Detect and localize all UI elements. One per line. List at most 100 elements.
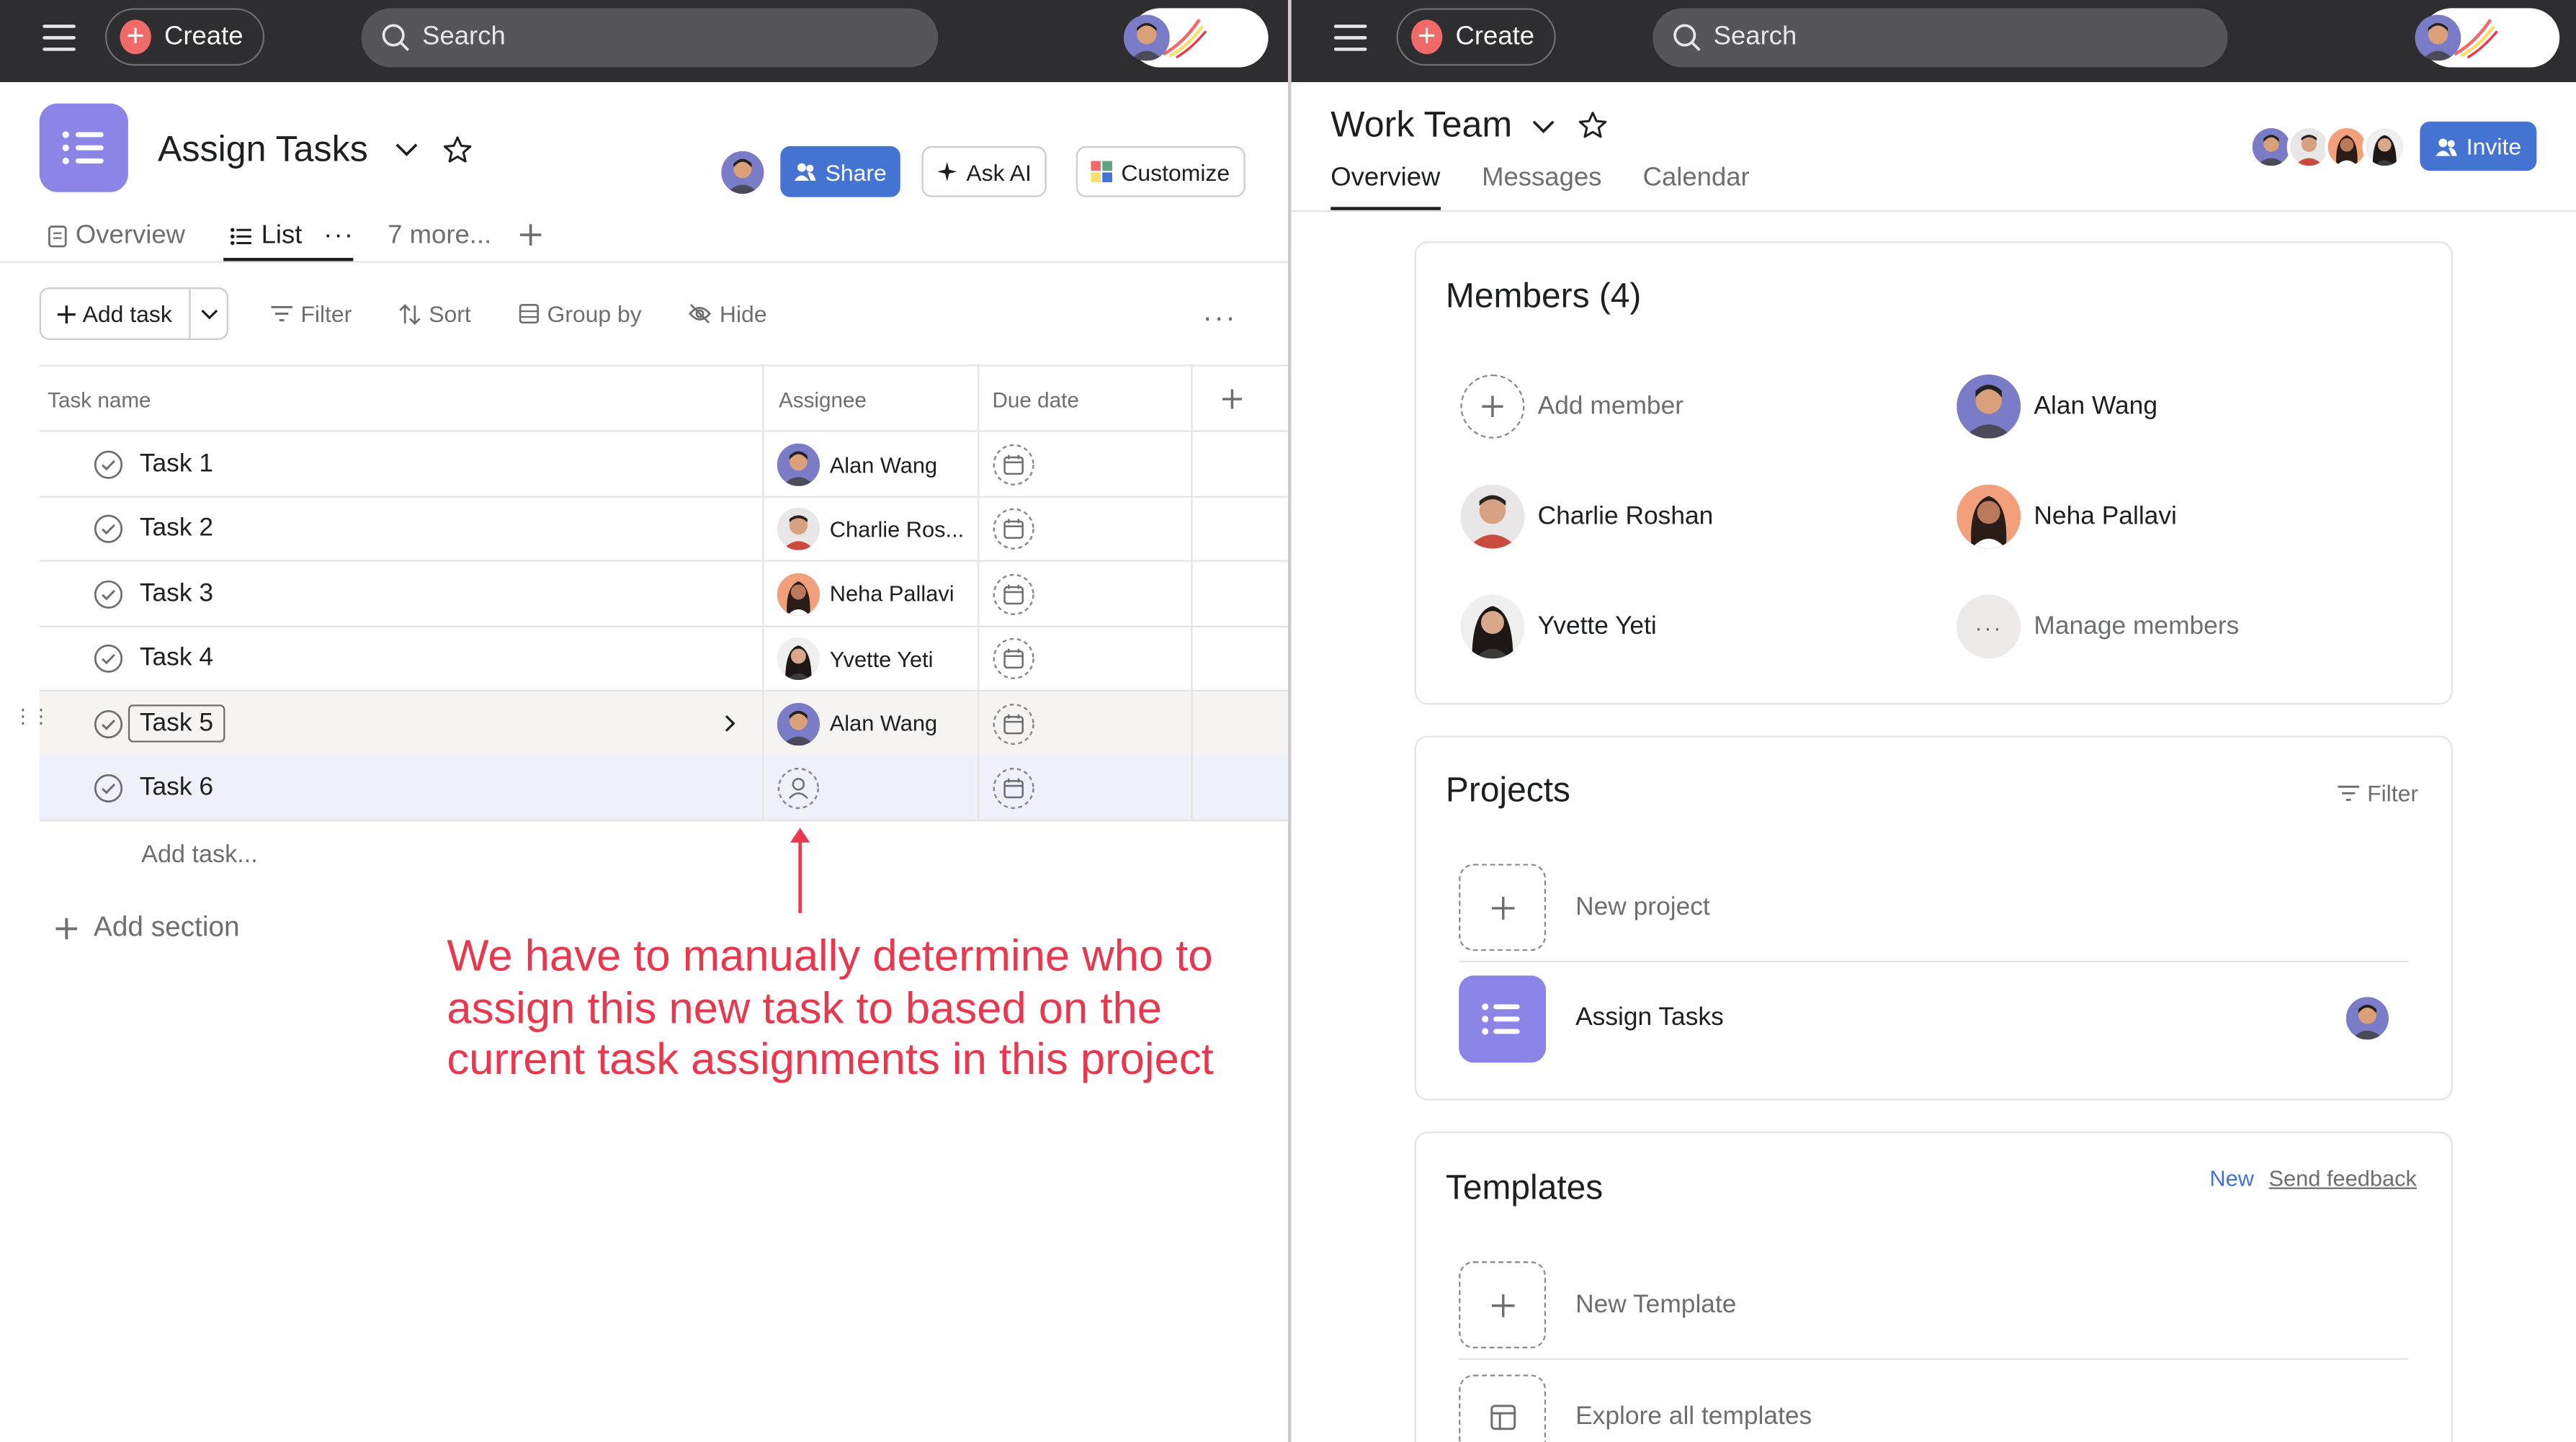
column-header-due-date[interactable]: Due date (992, 388, 1078, 412)
tab-messages[interactable]: Messages (1482, 164, 1601, 194)
complete-task-check-icon[interactable] (94, 774, 123, 803)
add-column-plus-icon[interactable] (1222, 389, 1243, 409)
new-project-button[interactable]: New project (1459, 854, 2409, 963)
project-item-assign-tasks[interactable]: Assign Tasks (1459, 964, 2408, 1072)
member-charlie-roshan[interactable]: Charlie Roshan (1460, 484, 1713, 549)
table-row[interactable]: Task 1 Alan Wang (39, 432, 1288, 498)
table-row[interactable]: ⋮⋮ Task 5 Alan Wang (13, 691, 1288, 757)
customize-button[interactable]: Customize (1075, 145, 1245, 197)
table-row[interactable]: Task 6 (39, 755, 1288, 822)
add-tab-plus-icon[interactable] (519, 223, 542, 246)
add-task-button[interactable]: Add task (41, 289, 191, 339)
complete-task-check-icon[interactable] (94, 644, 123, 673)
assignee-cell[interactable]: Yvette Yeti (777, 637, 934, 681)
project-owner-avatar[interactable] (721, 151, 764, 194)
sort-button[interactable]: Sort (399, 300, 471, 327)
chevron-down-icon[interactable] (1531, 118, 1556, 135)
pane-divider[interactable] (1287, 0, 1292, 1442)
task-name[interactable]: Task 4 (140, 644, 213, 673)
member-neha-pallavi[interactable]: Neha Pallavi (1956, 484, 2177, 549)
search-input[interactable]: Search (361, 8, 939, 68)
member-yvette-yeti[interactable]: Yvette Yeti (1460, 594, 1657, 659)
due-date-calendar-icon[interactable] (992, 573, 1034, 615)
tab-calendar[interactable]: Calendar (1643, 164, 1750, 194)
add-task-dropdown[interactable] (191, 289, 228, 338)
more-options-icon[interactable]: ··· (1202, 300, 1237, 335)
filter-button[interactable]: Filter (271, 300, 352, 327)
new-template-button[interactable]: New Template (1459, 1251, 2409, 1360)
group-by-button[interactable]: Group by (519, 300, 642, 327)
tab-list[interactable]: List ··· (230, 222, 354, 251)
member-alan-wang[interactable]: Alan Wang (1956, 374, 2157, 439)
complete-task-check-icon[interactable] (94, 579, 123, 609)
plus-icon (58, 304, 76, 323)
task-name[interactable]: Task 3 (140, 579, 213, 609)
search-input[interactable]: Search (1653, 8, 2228, 68)
hamburger-menu-icon[interactable] (1333, 24, 1367, 51)
share-label: Share (825, 158, 887, 185)
assignee-cell[interactable]: Alan Wang (777, 443, 937, 486)
add-member-button[interactable]: Add member (1460, 374, 1683, 439)
drag-handle-icon[interactable]: ⋮⋮ (13, 706, 50, 725)
annotation-text: We have to manually determine who to ass… (447, 931, 1214, 1084)
tabs-divider (1291, 210, 2576, 212)
assignee-name: Charlie Ros... (829, 517, 965, 542)
share-button[interactable]: Share (780, 145, 900, 197)
assignee-cell[interactable]: Neha Pallavi (777, 573, 954, 616)
table-row[interactable]: Task 3 Neha Pallavi (39, 561, 1288, 627)
projects-filter-button[interactable]: Filter (2338, 780, 2418, 807)
due-date-calendar-icon[interactable] (992, 444, 1034, 486)
create-button[interactable]: + Create (104, 8, 265, 66)
due-date-calendar-icon[interactable] (992, 637, 1034, 680)
search-placeholder: Search (1713, 22, 1797, 51)
profile-menu-button[interactable] (2415, 8, 2560, 68)
members-title: Members (4) (1445, 277, 1642, 315)
task-name[interactable]: Task 2 (140, 515, 213, 545)
search-icon (382, 24, 410, 51)
column-header-task-name[interactable]: Task name (48, 388, 151, 412)
template-icon (1459, 1374, 1547, 1442)
list-icon (62, 131, 104, 165)
complete-task-check-icon[interactable] (94, 515, 123, 545)
add-task-inline-link[interactable]: Add task... (141, 841, 258, 869)
due-date-calendar-icon[interactable] (992, 767, 1034, 810)
task-name[interactable]: Task 6 (140, 774, 213, 803)
complete-task-check-icon[interactable] (94, 709, 123, 738)
hide-button[interactable]: Hide (689, 300, 767, 327)
task-name[interactable]: Task 5 (140, 709, 213, 738)
tab-overview[interactable]: Overview (48, 222, 185, 251)
ask-ai-button[interactable]: Ask AI (921, 145, 1047, 197)
profile-menu-button[interactable] (1123, 8, 1269, 68)
assignee-cell-empty[interactable] (777, 767, 820, 810)
star-icon[interactable] (442, 135, 473, 166)
star-icon[interactable] (1577, 110, 1608, 141)
tab-overview[interactable]: Overview (1331, 164, 1440, 194)
chevron-down-icon[interactable] (394, 141, 419, 158)
explore-templates-button[interactable]: Explore all templates (1459, 1363, 2408, 1442)
send-feedback-link[interactable]: Send feedback (2269, 1166, 2417, 1191)
team-title[interactable]: Work Team (1331, 104, 1512, 146)
project-icon[interactable] (39, 103, 128, 192)
add-task-label: Add task (82, 300, 172, 327)
due-date-calendar-icon[interactable] (992, 702, 1034, 745)
chevron-right-icon[interactable] (725, 714, 736, 732)
tab-list-label: List (261, 221, 303, 250)
tab-more[interactable]: 7 more... (388, 222, 491, 251)
column-header-assignee[interactable]: Assignee (779, 388, 867, 412)
hamburger-menu-icon[interactable] (43, 24, 76, 51)
assignee-cell[interactable]: Alan Wang (777, 702, 937, 745)
list-icon (1459, 975, 1547, 1062)
task-name[interactable]: Task 1 (140, 450, 213, 480)
invite-button[interactable]: Invite (2420, 121, 2537, 171)
assignee-cell[interactable]: Charlie Ros... (777, 508, 965, 551)
tab-options-icon[interactable]: ··· (323, 222, 354, 251)
table-row[interactable]: Task 2 Charlie Ros... (39, 497, 1288, 563)
people-icon (795, 163, 817, 181)
due-date-calendar-icon[interactable] (992, 508, 1034, 550)
add-section-button[interactable]: Add section (55, 911, 240, 944)
table-row[interactable]: Task 4 Yvette Yeti (39, 626, 1288, 692)
create-button[interactable]: + Create (1396, 8, 1556, 66)
manage-members-button[interactable]: ··· Manage members (1956, 594, 2239, 659)
complete-task-check-icon[interactable] (94, 450, 123, 480)
project-title[interactable]: Assign Tasks (158, 128, 368, 171)
